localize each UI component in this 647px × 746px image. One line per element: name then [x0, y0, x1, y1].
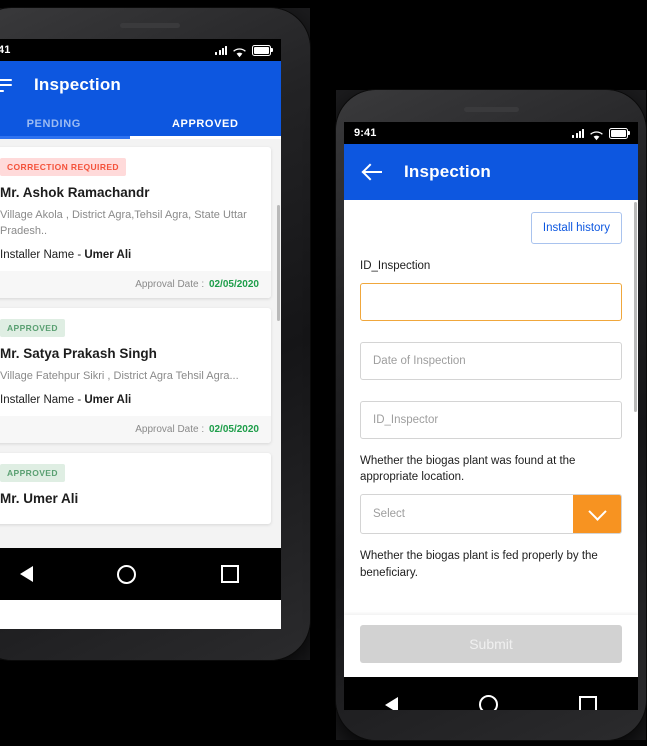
page-title: Inspection	[34, 75, 122, 94]
inspection-list[interactable]: CORRECTION REQUIRED Mr. Ashok Ramachandr…	[0, 139, 281, 548]
android-nav-bar-left	[0, 548, 281, 600]
status-time: 9:41	[354, 127, 377, 139]
customer-name: Mr. Umer Ali	[0, 490, 79, 506]
id-inspection-label: ID_Inspection	[360, 260, 431, 272]
phone-right-speaker	[464, 107, 519, 112]
install-history-row: Install history	[360, 212, 622, 244]
hamburger-icon[interactable]	[0, 78, 12, 92]
page-title: Inspection	[404, 162, 492, 181]
battery-icon	[252, 44, 273, 56]
installer-line: Installer Name - Umer Ali	[0, 249, 259, 261]
phone-right: 9:41 Inspection Install history ID_Inspe…	[336, 90, 646, 740]
card-body: APPROVED Mr. Satya Prakash Singh Village…	[0, 308, 271, 416]
status-badge: APPROVED	[0, 463, 65, 482]
tab-pending[interactable]: PENDING	[0, 109, 130, 139]
status-icons	[215, 44, 273, 58]
question-1-label: Whether the biogas plant was found at th…	[360, 454, 576, 484]
status-badge: APPROVED	[0, 318, 65, 337]
approval-date: 02/05/2020	[208, 423, 259, 435]
approval-label: Approval Date :	[135, 423, 207, 435]
installer-label: Installer Name -	[0, 248, 85, 261]
recents-square-icon[interactable]	[220, 565, 239, 583]
customer-name: Mr. Ashok Ramachandr	[0, 185, 150, 200]
home-circle-icon[interactable]	[478, 695, 498, 710]
back-triangle-icon[interactable]	[20, 566, 34, 582]
install-history-button[interactable]: Install history	[530, 212, 622, 244]
inspection-form[interactable]: Install history ID_Inspection Whether th…	[344, 200, 638, 677]
tab-approved[interactable]: APPROVED	[129, 109, 282, 139]
status-badge: CORRECTION REQUIRED	[0, 158, 126, 176]
id-inspection-input[interactable]	[360, 282, 622, 321]
date-of-inspection-input[interactable]	[360, 341, 622, 380]
installer-name: Umer Ali	[84, 248, 132, 261]
table-row[interactable]: CORRECTION REQUIRED Mr. Ashok Ramachandr…	[0, 147, 271, 298]
card-footer: Approval Date : 02/05/2020	[0, 270, 271, 298]
signal-icon	[572, 128, 584, 138]
status-bar-right: 9:41	[344, 122, 638, 144]
scrollbar-thumb[interactable]	[277, 205, 280, 321]
customer-name: Mr. Satya Prakash Singh	[0, 345, 157, 361]
location-select-value: Select	[373, 508, 405, 521]
card-body: APPROVED Mr. Umer Ali	[0, 453, 271, 524]
phone-right-screen: 9:41 Inspection Install history ID_Inspe…	[344, 122, 638, 710]
submit-bar: Submit	[344, 615, 638, 677]
app-bar-right: Inspection	[344, 144, 638, 200]
table-row[interactable]: APPROVED Mr. Umer Ali	[0, 452, 271, 524]
battery-icon	[609, 127, 630, 139]
status-bar-left: 9:41	[0, 39, 281, 61]
back-arrow-icon[interactable]	[362, 161, 384, 183]
signal-icon	[215, 45, 227, 55]
tab-bar: PENDING APPROVED	[0, 109, 281, 139]
submit-button[interactable]: Submit	[360, 625, 622, 663]
installer-line: Installer Name - Umer Ali	[0, 394, 259, 406]
question-2-label: Whether the biogas plant is fed properly…	[360, 550, 598, 579]
status-time: 9:41	[0, 44, 11, 56]
installer-name: Umer Ali	[84, 393, 132, 406]
wifi-icon	[590, 128, 603, 141]
location-select[interactable]: Select	[360, 494, 622, 535]
wifi-icon	[233, 45, 246, 58]
card-footer: Approval Date : 02/05/2020	[0, 415, 271, 443]
approval-label: Approval Date :	[135, 278, 207, 290]
home-circle-icon[interactable]	[117, 564, 137, 584]
android-nav-bar-right	[344, 677, 638, 710]
customer-address: Village Fatehpur Sikri , District Agra T…	[0, 369, 239, 382]
card-body: CORRECTION REQUIRED Mr. Ashok Ramachandr…	[0, 147, 271, 271]
scrollbar-thumb[interactable]	[634, 202, 637, 412]
table-row[interactable]: APPROVED Mr. Satya Prakash Singh Village…	[0, 307, 271, 443]
status-icons	[572, 127, 630, 141]
id-inspector-input[interactable]	[360, 400, 622, 439]
phone-left-speaker	[120, 23, 180, 28]
installer-label: Installer Name -	[0, 393, 85, 406]
phone-left-screen: 9:41 Inspection PENDING APPROVED CORREC	[0, 39, 281, 629]
approval-date: 02/05/2020	[208, 278, 259, 290]
back-triangle-icon[interactable]	[384, 696, 398, 710]
recents-square-icon[interactable]	[579, 695, 598, 710]
chevron-down-icon[interactable]	[573, 495, 621, 534]
phone-left: 9:41 Inspection PENDING APPROVED CORREC	[0, 8, 310, 660]
customer-address: Village Akola , District Agra,Tehsil Agr…	[0, 209, 247, 237]
app-bar-left: Inspection	[0, 61, 281, 109]
